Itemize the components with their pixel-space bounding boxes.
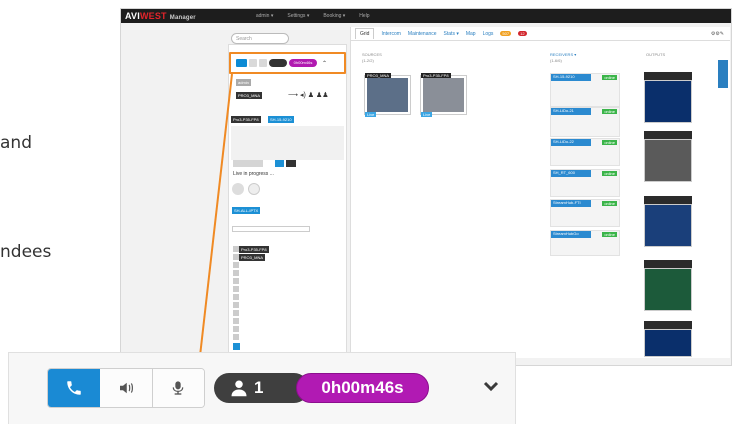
group-device-2: PRO3_MNA: [239, 254, 266, 261]
nav-admin[interactable]: admin ▾: [256, 13, 274, 19]
receivers-header[interactable]: RECEIVERS ▾: [550, 52, 576, 57]
group-label: SH-ALL-IPTX: [232, 207, 261, 214]
receiver-status: online: [602, 232, 617, 237]
device-panel: [231, 126, 344, 160]
volume-slider[interactable]: [232, 226, 310, 232]
output-thumbnail[interactable]: [644, 139, 692, 182]
tab-map[interactable]: Map: [466, 31, 476, 37]
receiver-name: SH_RT_600: [551, 170, 591, 177]
receiver-name: SH-LiDo-22: [551, 139, 591, 146]
phone-icon: [66, 381, 81, 395]
sources-count: (1-2/2): [362, 58, 374, 63]
device-label: PRO3_MNA: [236, 92, 263, 99]
receiver-name: StreamHubGo: [551, 231, 591, 238]
stream-stat: [233, 160, 263, 167]
device-audio-icons: ⟶ ◂) ♟ ♟♟: [288, 92, 329, 99]
mini-attendees-badge: [269, 59, 287, 67]
receiver-card[interactable]: StreamHub-FTI online: [550, 199, 620, 227]
output-thumbnail[interactable]: [644, 80, 692, 123]
app-logo: AVIWEST Manager: [125, 11, 196, 21]
group-device-1: Pro3-P35-FP8: [239, 246, 269, 253]
attendees-badge: 1: [214, 373, 309, 403]
admin-label: admin: [236, 79, 251, 86]
nav-booking[interactable]: Booking ▾: [323, 13, 345, 19]
nav-help[interactable]: Help: [359, 13, 369, 19]
output-header: [644, 72, 692, 80]
source-thumbnail[interactable]: [421, 76, 466, 114]
receiver-card[interactable]: SH-LiDo-22 online: [550, 138, 620, 166]
user-icon: [231, 380, 247, 397]
mini-mic-button[interactable]: [259, 59, 267, 67]
top-navbar: AVIWEST Manager admin ▾ Settings ▾ Bookin…: [121, 9, 731, 23]
source-name: PRO3_MNA: [365, 73, 392, 78]
group-add-button[interactable]: [233, 343, 240, 350]
output-header: [644, 196, 692, 204]
mini-chevron-icon[interactable]: ⌃: [322, 60, 327, 67]
microphone-icon: [173, 381, 184, 395]
receiver-card[interactable]: SH-LiDo-21 online: [550, 107, 620, 137]
receiver-card[interactable]: StreamHubGo online: [550, 230, 620, 256]
tab-logs[interactable]: Logs: [483, 31, 494, 37]
receiver-status: online: [602, 171, 617, 176]
output-thumbnail[interactable]: [644, 329, 692, 357]
screenshot: and ndees AVIWEST Manager admin ▾ Setting…: [0, 0, 732, 424]
slide-text-fragment: and: [0, 133, 32, 153]
mini-duration-badge: 0h00m46s: [289, 59, 317, 67]
device-action-icons: [232, 182, 294, 196]
receiver-name: SH-15-9210: [551, 74, 591, 81]
mini-speaker-button[interactable]: [249, 59, 257, 67]
receivers-count: (1-6/6): [550, 58, 562, 63]
live-status: Live in progress ...: [233, 171, 274, 177]
source-live-tag: Live: [421, 112, 433, 117]
slide-text-fragment: ndees: [0, 242, 52, 262]
device-id-badge: SH-15-9210: [268, 116, 294, 123]
output-header: [644, 260, 692, 268]
device2-label: Pro3-P35-FP8: [231, 116, 261, 123]
call-button-group: [47, 368, 205, 408]
tab-grid[interactable]: Grid: [355, 28, 375, 39]
tab-intercom[interactable]: Intercom: [381, 31, 400, 37]
speaker-button[interactable]: [100, 369, 153, 407]
receiver-status: online: [602, 140, 617, 145]
outputs-header: OUTPUTS: [646, 52, 666, 57]
group-list-markers: [233, 246, 239, 342]
nav-settings[interactable]: Settings ▾: [287, 13, 309, 19]
output-thumbnail[interactable]: [644, 204, 692, 247]
phone-button[interactable]: [48, 369, 101, 407]
tab-bar: Grid Intercom Maintenance Stats ▾ Map Lo…: [351, 27, 730, 41]
logs-error-badge: 12: [518, 31, 527, 36]
microphone-button[interactable]: [152, 369, 204, 407]
settings-icon[interactable]: ⚙⚙✎: [711, 31, 724, 37]
stop-button[interactable]: [275, 160, 284, 167]
search-input[interactable]: Search: [231, 33, 289, 44]
source-name: Pro3-P35-FP8: [421, 73, 451, 78]
call-control-bar: 1 0h00m46s: [8, 352, 516, 424]
receiver-name: StreamHub-FTI: [551, 200, 591, 207]
chevron-down-icon[interactable]: [483, 380, 499, 398]
logs-warning-badge: 507: [500, 31, 512, 36]
source-thumbnail[interactable]: [365, 76, 410, 114]
output-header: [644, 131, 692, 139]
output-thumbnail[interactable]: [644, 268, 692, 311]
receiver-status: online: [602, 75, 617, 80]
receiver-card[interactable]: SH-15-9210 online: [550, 73, 620, 107]
side-rail-tab[interactable]: [718, 60, 728, 88]
call-duration-badge: 0h00m46s: [296, 373, 429, 403]
receiver-status: online: [602, 201, 617, 206]
mini-phone-button[interactable]: [236, 59, 247, 67]
source-live-tag: Live: [365, 112, 377, 117]
menu-button[interactable]: [286, 160, 296, 167]
attendee-count: 1: [254, 378, 264, 397]
sources-header: SOURCES: [362, 52, 382, 57]
speaker-icon: [119, 382, 133, 394]
mini-call-controls: 0h00m46s ⌃: [236, 59, 327, 67]
receiver-status: online: [602, 109, 617, 114]
tab-stats[interactable]: Stats ▾: [444, 31, 459, 37]
receiver-card[interactable]: SH_RT_600 online: [550, 169, 620, 197]
receiver-name: SH-LiDo-21: [551, 108, 591, 115]
output-header: [644, 321, 692, 329]
tab-maintenance[interactable]: Maintenance: [408, 31, 437, 37]
